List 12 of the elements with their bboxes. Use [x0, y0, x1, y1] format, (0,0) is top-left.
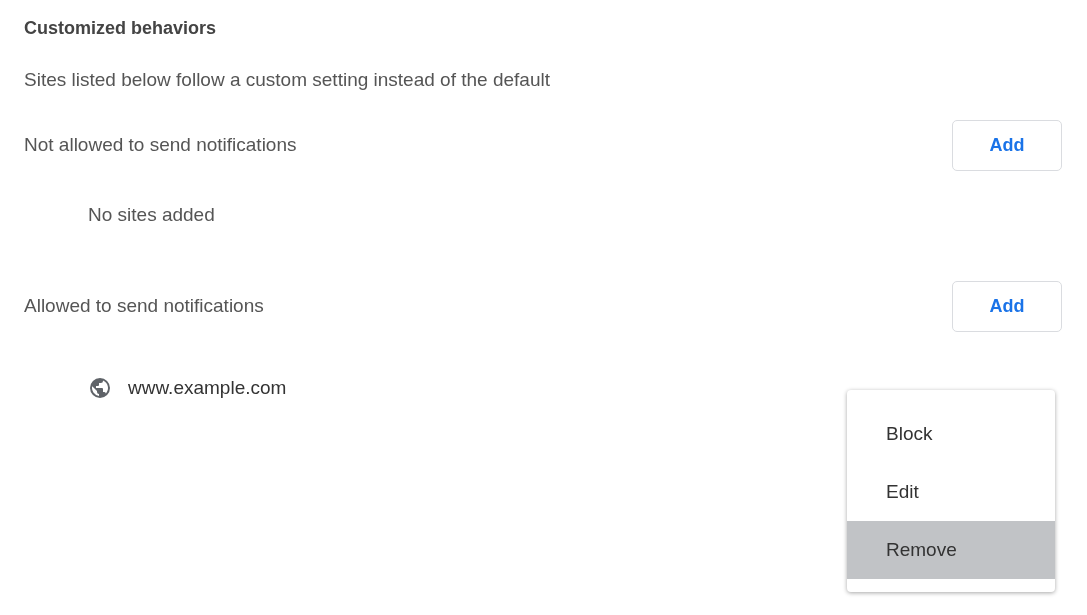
empty-message: No sites added [88, 203, 216, 227]
add-button[interactable]: Add [952, 119, 1062, 171]
site-url[interactable]: www.example.com [128, 377, 287, 399]
add-button[interactable]: Add [952, 280, 1062, 332]
group-label: Allowed to send notifications [24, 295, 264, 317]
globe-icon [88, 376, 112, 400]
menu-item[interactable]: Remove [847, 521, 1055, 579]
section-description: Sites listed below follow a custom setting instead of the default [24, 68, 551, 92]
group-label: Not allowed to send notifications [24, 134, 297, 156]
menu-item[interactable]: Edit [847, 463, 1055, 521]
section-title: Customized behaviors [24, 17, 218, 40]
menu-item[interactable]: Block [847, 405, 1055, 463]
